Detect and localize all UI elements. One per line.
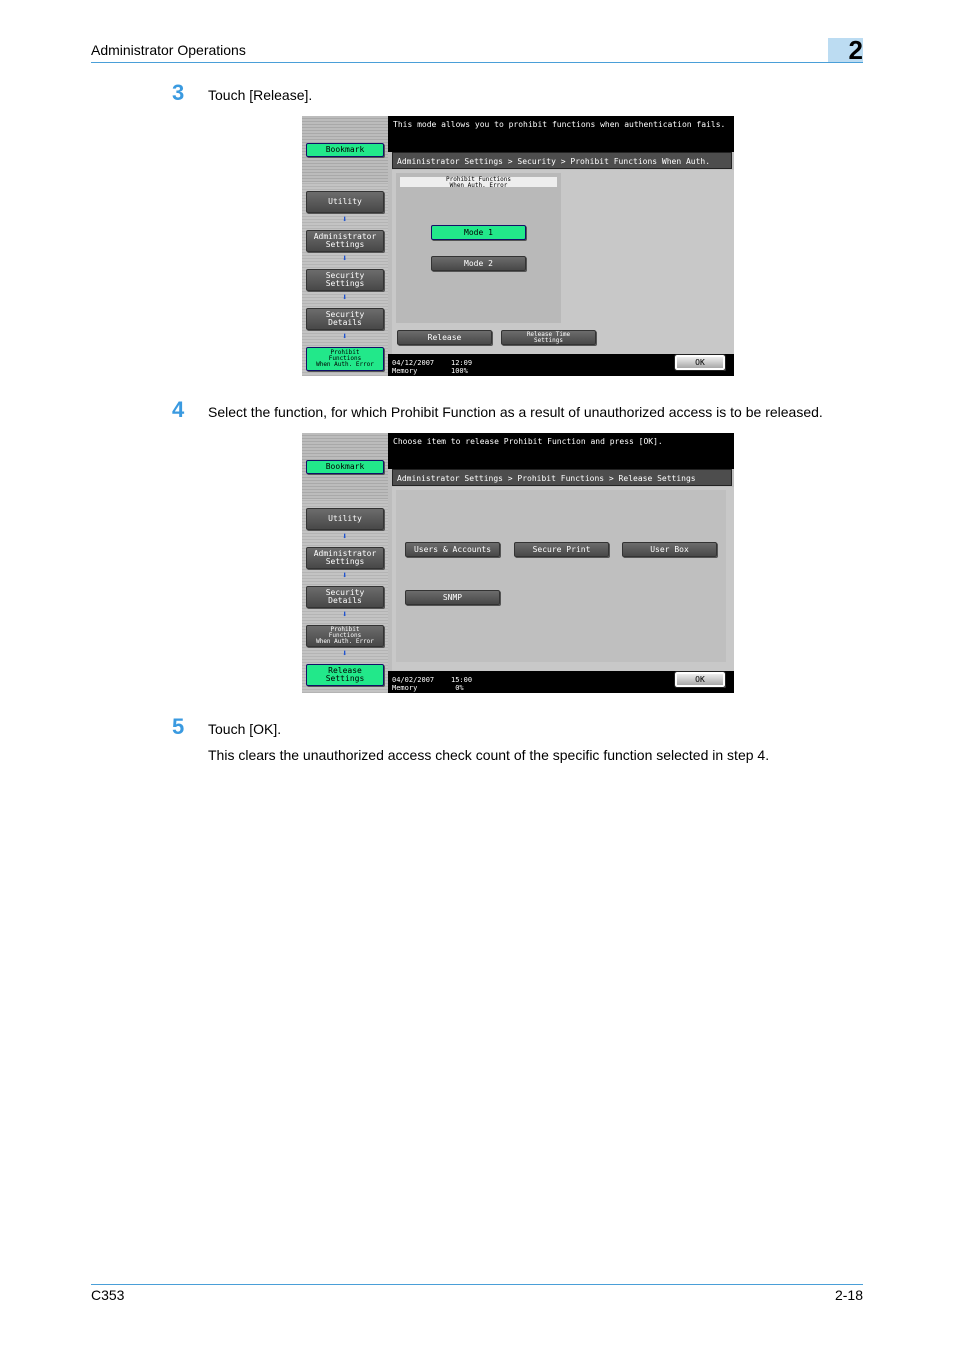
sidebar-item-release-settings[interactable]: Release Settings [306,664,384,686]
breadcrumb: Administrator Settings > Security > Proh… [392,152,732,183]
arrow-down-icon: ⬇ [342,215,348,225]
ok-button[interactable]: OK [674,671,726,688]
step-text-5: Touch [OK]. [208,721,282,737]
users-accounts-button[interactable]: Users & Accounts [405,542,500,557]
screenshot-prohibit-functions: Bookmark Utility ⬇ Administrator Setting… [302,116,734,376]
footer-model: C353 [91,1287,125,1303]
footer-page-number: 2-18 [834,1287,863,1303]
panel-title: Prohibit Functions When Auth. Error [400,177,557,189]
release-time-settings-button[interactable]: Release Time Settings [501,330,596,345]
breadcrumb: Administrator Settings > Prohibit Functi… [392,469,732,486]
arrow-down-icon: ⬇ [342,254,348,264]
sidebar-item-security-details[interactable]: Security Details [306,586,384,608]
arrow-down-icon: ⬇ [342,649,348,659]
secure-print-button[interactable]: Secure Print [514,542,609,557]
user-box-button[interactable]: User Box [622,542,717,557]
mode-1-button[interactable]: Mode 1 [431,225,526,240]
screenshot-release-settings: Bookmark Utility ⬇ Administrator Setting… [302,433,734,693]
bookmark-button[interactable]: Bookmark [306,143,384,157]
release-panel [396,490,726,662]
sidebar-item-administrator-settings[interactable]: Administrator Settings [306,547,384,569]
snmp-button[interactable]: SNMP [405,590,500,605]
message-bar: This mode allows you to prohibit functio… [388,116,734,152]
sidebar-item-administrator-settings[interactable]: Administrator Settings [306,230,384,252]
date-memory-readout: 04/02/2007 15:00 Memory 0% [392,676,473,692]
step-note-5: This clears the unauthorized access chec… [208,747,770,763]
sidebar-item-utility[interactable]: Utility [306,508,384,530]
arrow-down-icon: ⬇ [342,532,348,542]
step-text-4: Select the function, for which Prohibit … [208,404,823,420]
step-text-3: Touch [Release]. [208,87,313,103]
chapter-badge: 2 [828,35,863,65]
arrow-down-icon: ⬇ [342,610,348,620]
arrow-down-icon: ⬇ [342,332,348,342]
release-button[interactable]: Release [397,330,492,345]
bookmark-button[interactable]: Bookmark [306,460,384,474]
message-bar: Choose item to release Prohibit Function… [388,433,734,469]
sidebar-item-utility[interactable]: Utility [306,191,384,213]
arrow-down-icon: ⬇ [342,571,348,581]
sidebar-item-security-settings[interactable]: Security Settings [306,269,384,291]
mode-panel [396,173,561,323]
ok-button[interactable]: OK [674,354,726,371]
step-number-3: 3 [172,80,185,105]
header-rule [91,62,863,63]
sidebar-item-security-details[interactable]: Security Details [306,308,384,330]
date-memory-readout: 04/12/2007 12:09 Memory 100% [392,359,473,375]
mode-2-button[interactable]: Mode 2 [431,256,526,271]
sidebar-item-prohibit-functions[interactable]: Prohibit Functions When Auth. Error [306,625,384,647]
arrow-down-icon: ⬇ [342,293,348,303]
sidebar-item-prohibit-functions[interactable]: Prohibit Functions When Auth. Error [306,347,384,371]
footer-rule [91,1284,863,1285]
step-number-5: 5 [172,714,185,739]
running-header: Administrator Operations [91,42,246,58]
step-number-4: 4 [172,397,185,422]
